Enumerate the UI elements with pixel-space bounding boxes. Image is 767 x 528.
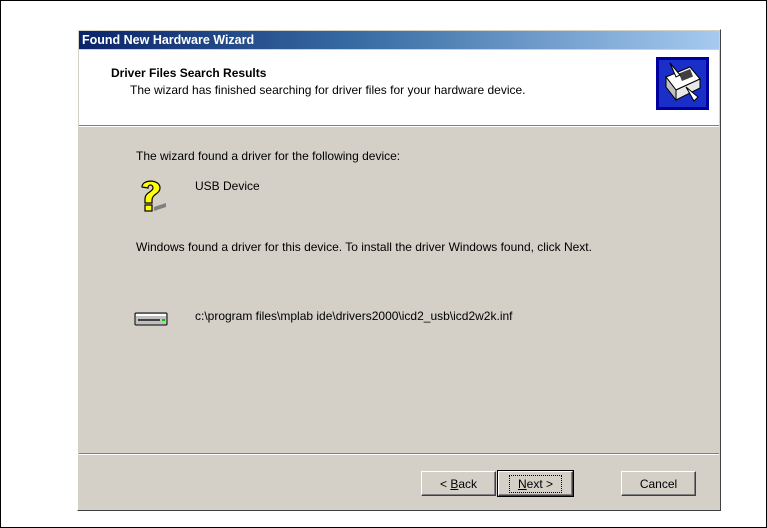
back-button-accelerator: B: [450, 476, 459, 491]
button-separator: [79, 453, 719, 455]
install-instructions-text: Windows found a driver for this device. …: [136, 240, 592, 254]
wizard-header: Driver Files Search Results The wizard h…: [79, 50, 719, 126]
back-button-label: ack: [458, 476, 478, 491]
dialog-title-bar[interactable]: Found New Hardware Wizard: [79, 31, 719, 49]
next-button[interactable]: Next >: [497, 470, 574, 497]
back-button[interactable]: < Back: [421, 471, 496, 496]
header-divider: [79, 126, 719, 127]
driver-file-path: c:\program files\mplab ide\drivers2000\i…: [195, 309, 513, 323]
back-button-prefix: <: [439, 476, 451, 491]
found-driver-text: The wizard found a driver for the follow…: [136, 149, 401, 163]
device-name: USB Device: [195, 179, 260, 193]
next-button-accelerator: N: [517, 476, 527, 491]
next-button-label: ext >: [526, 476, 554, 491]
dialog-title: Found New Hardware Wizard: [82, 33, 255, 47]
unknown-device-question-icon: [141, 180, 166, 212]
disk-drive-icon: [134, 312, 168, 326]
cancel-button[interactable]: Cancel: [621, 471, 696, 496]
header-title: Driver Files Search Results: [111, 66, 267, 80]
header-subtitle: The wizard has finished searching for dr…: [130, 83, 526, 97]
next-button-focus: Next >: [508, 474, 563, 493]
hardware-wizard-icon: [656, 57, 709, 110]
found-new-hardware-dialog: Found New Hardware Wizard Driver Files S…: [77, 29, 721, 511]
